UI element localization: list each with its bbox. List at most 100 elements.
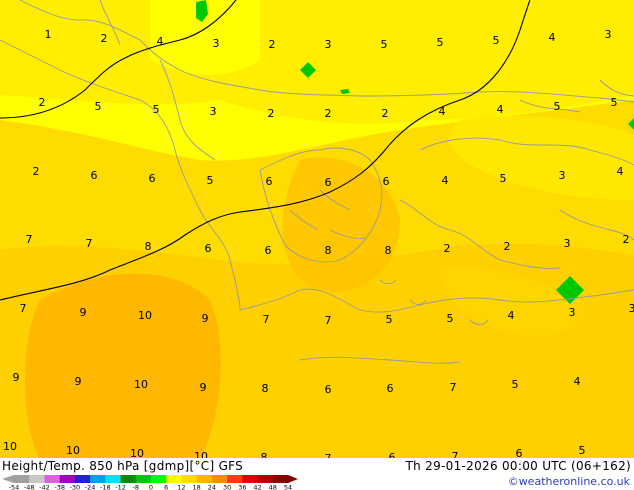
temp-label: 7	[450, 381, 457, 394]
temp-label: 3	[629, 302, 634, 315]
temp-label: 2	[382, 107, 389, 120]
temp-label: 5	[512, 378, 519, 391]
footer-bar: Height/Temp. 850 hPa [gdmp][°C] GFS Th 2…	[0, 458, 634, 490]
legend-swatch	[272, 475, 289, 483]
legend-swatch	[120, 475, 137, 483]
legend-swatch	[90, 475, 106, 483]
legend-swatch	[151, 475, 167, 483]
legend-tick-label: -8	[133, 484, 139, 490]
temp-label: 5	[207, 174, 214, 187]
map-title: Height/Temp. 850 hPa [gdmp][°C] GFS	[2, 459, 244, 473]
legend-swatch	[257, 475, 274, 483]
legend-swatch	[242, 475, 258, 483]
temp-label: 3	[213, 37, 220, 50]
temp-label: 4	[439, 105, 446, 118]
temp-label: 4	[157, 35, 164, 48]
temp-label: 2	[444, 242, 451, 255]
valid-time: Th 29-01-2026 00:00 UTC (06+162)	[405, 459, 631, 473]
temp-label: 7	[325, 314, 332, 327]
legend-tick-label: 24	[208, 484, 216, 490]
temp-label: 6	[205, 242, 212, 255]
temp-label: 7	[20, 302, 27, 315]
temp-label: 1	[45, 28, 52, 41]
legend-swatch	[105, 475, 121, 483]
legend-swatch	[181, 475, 197, 483]
legend-swatch	[135, 475, 152, 483]
temp-label: 4	[549, 31, 556, 44]
temp-label: 8	[325, 244, 332, 257]
temp-label: 5	[447, 312, 454, 325]
temp-label: 4	[442, 174, 449, 187]
temp-label: 10	[138, 309, 152, 322]
legend-tick-label: 30	[223, 484, 231, 490]
temp-label: 2	[269, 38, 276, 51]
legend-tick-label: -38	[54, 484, 65, 490]
legend-tick-label: -54	[9, 484, 20, 490]
temp-label: 2	[268, 107, 275, 120]
temp-label: 5	[579, 444, 586, 457]
legend-swatch	[74, 475, 91, 483]
legend-arrow-left	[2, 475, 14, 483]
legend-tick-label: 42	[253, 484, 261, 490]
temp-label: 5	[493, 34, 500, 47]
temp-label: 6	[325, 176, 332, 189]
legend-swatch	[196, 475, 213, 483]
legend-swatch	[44, 475, 60, 483]
temp-label: 2	[623, 233, 630, 246]
temp-label: 5	[386, 313, 393, 326]
temp-label: 9	[200, 381, 207, 394]
temp-label: 2	[39, 96, 46, 109]
temp-label: 4	[574, 375, 581, 388]
legend-tick-label: -30	[70, 484, 81, 490]
temp-label: 4	[508, 309, 515, 322]
temp-label: 5	[554, 100, 561, 113]
temp-label: 10	[66, 444, 80, 457]
temp-label: 5	[611, 96, 618, 109]
temp-label: 5	[95, 100, 102, 113]
legend-tick-label: -18	[100, 484, 111, 490]
legend-tick-label: -12	[115, 484, 126, 490]
temp-label: 3	[210, 105, 217, 118]
temp-label: 3	[559, 169, 566, 182]
legend-tick-label: -48	[24, 484, 35, 490]
legend-tick-label: 48	[269, 484, 277, 490]
temp-label: 5	[500, 172, 507, 185]
legend-tick-label: 6	[164, 484, 168, 490]
temp-label: 6	[266, 175, 273, 188]
temp-label: 6	[149, 172, 156, 185]
temp-label: 5	[153, 103, 160, 116]
temp-label: 6	[91, 169, 98, 182]
warm-pocket-west	[25, 273, 221, 460]
temp-label: 6	[383, 175, 390, 188]
temp-label: 2	[101, 32, 108, 45]
legend-tick-label: -42	[39, 484, 50, 490]
temp-label: 8	[385, 244, 392, 257]
temp-label: 7	[263, 313, 270, 326]
temp-label: 9	[75, 375, 82, 388]
credit-link[interactable]: ©weatheronline.co.uk	[508, 475, 630, 488]
color-scale-legend: -54 -48 -42 -38 -30 -24 -18 -12 -8 0 6 12 18 24 30 36 42…	[2, 475, 298, 490]
legend-swatch	[59, 475, 76, 483]
legend-tick-label: 36	[238, 484, 246, 490]
legend-tick-label: 18	[193, 484, 201, 490]
temp-label: 8	[262, 382, 269, 395]
temp-label: 4	[497, 103, 504, 116]
legend-swatch	[166, 475, 182, 483]
temp-label: 7	[86, 237, 93, 250]
temp-label: 10	[134, 378, 148, 391]
legend-swatch	[227, 475, 243, 483]
legend-swatch	[14, 475, 30, 483]
temp-label: 2	[325, 107, 332, 120]
legend-tick-label: 12	[177, 484, 185, 490]
map-canvas: 1 2 4 3 2 3 5 5 5 4 3 2 5 5 3 2 2 2 4 4 5 5 2 6 6 5 6 6 6 4 5 3 4 7 7 8 6 6 8 8…	[0, 0, 634, 465]
temp-label: 9	[80, 306, 87, 319]
temp-label: 9	[13, 371, 20, 384]
legend-swatch	[29, 475, 45, 483]
weather-map: 1243235554325532224455266566645347786688…	[0, 0, 634, 490]
temp-label: 4	[617, 165, 624, 178]
legend-arrow-right	[288, 475, 298, 483]
temp-label: 5	[437, 36, 444, 49]
temp-label: 2	[504, 240, 511, 253]
temp-label: 8	[145, 240, 152, 253]
temp-label: 7	[26, 233, 33, 246]
